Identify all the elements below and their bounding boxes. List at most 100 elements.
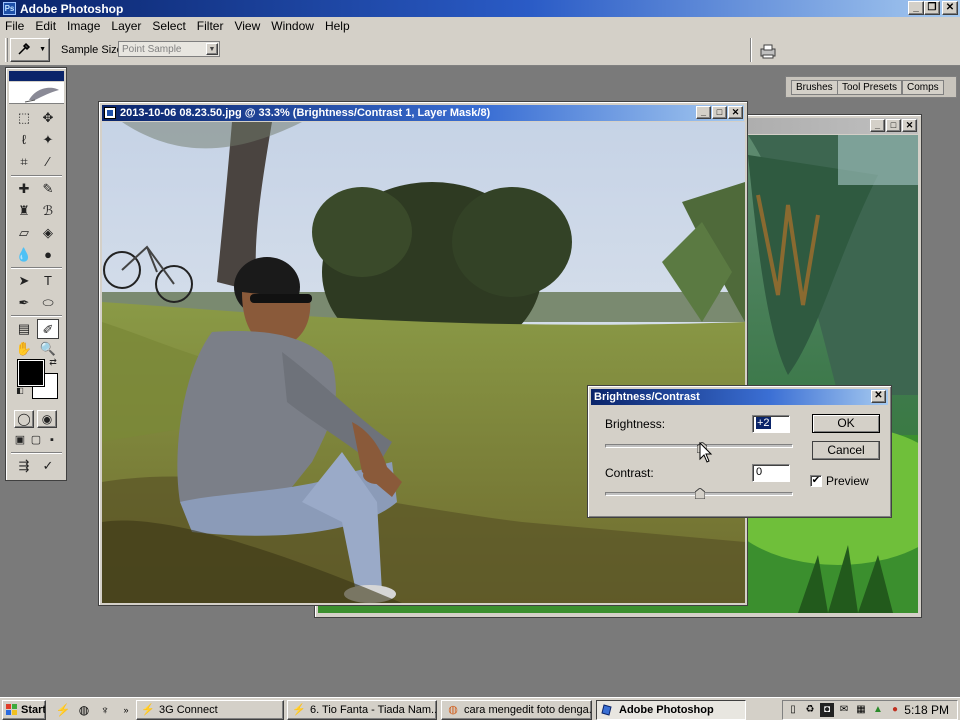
network-icon[interactable]: ♻ — [803, 703, 817, 717]
photoshop-icon — [601, 703, 615, 717]
menu-edit[interactable]: Edit — [30, 19, 62, 33]
antivirus-icon[interactable]: ● — [888, 703, 902, 717]
brightness-input[interactable]: +2 — [752, 415, 790, 433]
chevron-down-icon: ▼ — [206, 43, 218, 55]
menu-window[interactable]: Window — [266, 19, 320, 33]
path-selection-tool-icon[interactable]: ➤ — [13, 271, 35, 291]
healing-brush-tool-icon[interactable]: ✚ — [13, 179, 35, 199]
firefox-icon: ◍ — [448, 704, 458, 716]
history-brush-tool-icon[interactable]: ℬ — [37, 201, 59, 221]
image-canvas[interactable] — [102, 122, 745, 603]
windows-logo-icon — [5, 703, 19, 717]
close-button[interactable]: ✕ — [871, 390, 886, 403]
sample-size-select[interactable]: Point Sample ▼ — [118, 41, 220, 57]
pen-tool-icon[interactable]: ✒ — [13, 293, 35, 313]
move-tool-icon[interactable]: ✥ — [37, 108, 59, 128]
contrast-input[interactable]: 0 — [752, 464, 790, 482]
lasso-tool-icon[interactable]: ℓ — [13, 130, 35, 150]
winamp-icon[interactable]: ⚡ — [55, 702, 71, 718]
default-colors-icon[interactable]: ◧ — [14, 385, 26, 397]
contrast-slider-thumb[interactable] — [695, 488, 705, 499]
clock: 5:18 PM — [904, 703, 949, 717]
close-button[interactable]: ✕ — [902, 119, 917, 132]
toolbox-header[interactable] — [9, 71, 64, 81]
palette-well: Brushes Tool Presets Comps — [785, 76, 957, 98]
ok-button[interactable]: OK — [812, 414, 880, 433]
dodge-tool-icon[interactable]: ● — [37, 245, 59, 265]
eraser-tool-icon[interactable]: ▱ — [13, 223, 35, 243]
eyedropper-tool-icon[interactable]: ✐ — [37, 319, 59, 339]
menu-help[interactable]: Help — [320, 19, 356, 33]
brush-tool-icon[interactable]: ✎ — [37, 179, 59, 199]
warning-icon[interactable]: ▲ — [871, 703, 885, 717]
foreground-color-swatch-front[interactable] — [17, 359, 45, 387]
document-icon[interactable]: ▯ — [786, 703, 800, 717]
taskbar-button-label: 6. Tio Fanta - Tiada Nam... — [310, 704, 437, 716]
menu-view[interactable]: View — [229, 19, 266, 33]
hand-tool-icon[interactable]: ✋ — [13, 339, 35, 359]
tab-comps[interactable]: Comps — [902, 80, 944, 95]
chevron-right-icon[interactable]: » — [118, 702, 134, 718]
app-tray-icon[interactable]: ◘ — [820, 703, 834, 717]
type-tool-icon[interactable]: T — [37, 271, 59, 291]
adobe-online-button[interactable] — [9, 82, 64, 104]
screen-mode-full-icon[interactable]: ▪ — [45, 432, 59, 448]
taskbar-button-winamp[interactable]: ⚡ 6. Tio Fanta - Tiada Nam... — [287, 700, 437, 720]
cancel-button[interactable]: Cancel — [812, 441, 880, 460]
screen-mode-full-menu-icon[interactable]: ▢ — [29, 432, 43, 448]
tool-preset-picker[interactable]: ▼ — [10, 38, 50, 62]
shape-tool-icon[interactable]: ⬭ — [37, 293, 59, 313]
paint-bucket-tool-icon[interactable]: ◈ — [37, 223, 59, 243]
restore-button[interactable]: ❐ — [924, 1, 940, 15]
marquee-tool-icon[interactable]: ⬚ — [13, 108, 35, 128]
maximize-button[interactable]: □ — [886, 119, 901, 132]
minimize-button[interactable]: _ — [696, 106, 711, 119]
taskbar-button-firefox[interactable]: ◍ cara mengedit foto denga... — [441, 700, 592, 720]
toolbox: ⬚ ✥ ℓ ✦ ⌗ ∕ ✚ ✎ ♜ ℬ ▱ ◈ 💧 ● ➤ T ✒ ⬭ ▤ ✐ … — [5, 67, 67, 481]
slice-tool-icon[interactable]: ∕ — [37, 152, 59, 172]
standard-mode-icon[interactable]: ◯ — [14, 410, 34, 428]
menu-filter[interactable]: Filter — [192, 19, 230, 33]
options-bar-grip[interactable] — [5, 38, 8, 62]
swap-colors-icon[interactable]: ⇄ — [46, 355, 60, 369]
menu-file[interactable]: File — [0, 19, 30, 33]
file-browser-icon[interactable] — [759, 43, 776, 59]
speaker-icon[interactable]: ✉ — [837, 703, 851, 717]
document-icon — [104, 107, 116, 119]
start-button[interactable]: Start — [2, 700, 46, 720]
magic-wand-tool-icon[interactable]: ✦ — [37, 130, 59, 150]
close-button[interactable]: ✕ — [942, 1, 958, 15]
quick-mask-mode-icon[interactable]: ◉ — [37, 410, 57, 428]
menu-layer[interactable]: Layer — [106, 19, 147, 33]
taskbar-button-photoshop[interactable]: Adobe Photoshop — [596, 700, 746, 720]
preview-checkbox[interactable]: ✔ — [810, 475, 822, 487]
maximize-button[interactable]: □ — [712, 106, 727, 119]
taskbar-button-3g-connect[interactable]: ⚡ 3G Connect — [136, 700, 284, 720]
taskbar-button-label: cara mengedit foto denga... — [464, 704, 592, 716]
winamp-icon: ⚡ — [292, 704, 306, 716]
edit-in-imageready-icon[interactable]: ✓ — [37, 456, 59, 476]
document-window-main[interactable]: 2013-10-06 08.23.50.jpg @ 33.3% (Brightn… — [98, 101, 748, 606]
close-button[interactable]: ✕ — [728, 106, 743, 119]
quicklaunch-icon[interactable]: ♆ — [97, 702, 113, 718]
document-titlebar[interactable]: 2013-10-06 08.23.50.jpg @ 33.3% (Brightn… — [102, 105, 744, 121]
firefox-icon[interactable]: ◍ — [76, 702, 92, 718]
jump-to-imageready-icon[interactable]: ⇶ — [13, 456, 35, 476]
minimize-button[interactable]: _ — [870, 119, 885, 132]
screen-mode-standard-icon[interactable]: ▣ — [13, 432, 27, 448]
contrast-slider-track[interactable] — [605, 488, 793, 499]
preview-label: Preview — [826, 474, 869, 488]
menu-bar: File Edit Image Layer Select Filter View… — [0, 17, 960, 35]
divider — [750, 38, 752, 62]
tab-brushes[interactable]: Brushes — [791, 80, 838, 95]
crop-tool-icon[interactable]: ⌗ — [13, 152, 35, 172]
notes-tool-icon[interactable]: ▤ — [13, 319, 35, 339]
display-icon[interactable]: ▦ — [854, 703, 868, 717]
menu-select[interactable]: Select — [147, 19, 191, 33]
blur-tool-icon[interactable]: 💧 — [13, 245, 35, 265]
dialog-titlebar[interactable]: Brightness/Contrast ✕ — [591, 389, 888, 405]
clone-stamp-tool-icon[interactable]: ♜ — [13, 201, 35, 221]
minimize-button[interactable]: _ — [908, 1, 924, 15]
menu-image[interactable]: Image — [62, 19, 106, 33]
tab-tool-presets[interactable]: Tool Presets — [837, 80, 903, 95]
